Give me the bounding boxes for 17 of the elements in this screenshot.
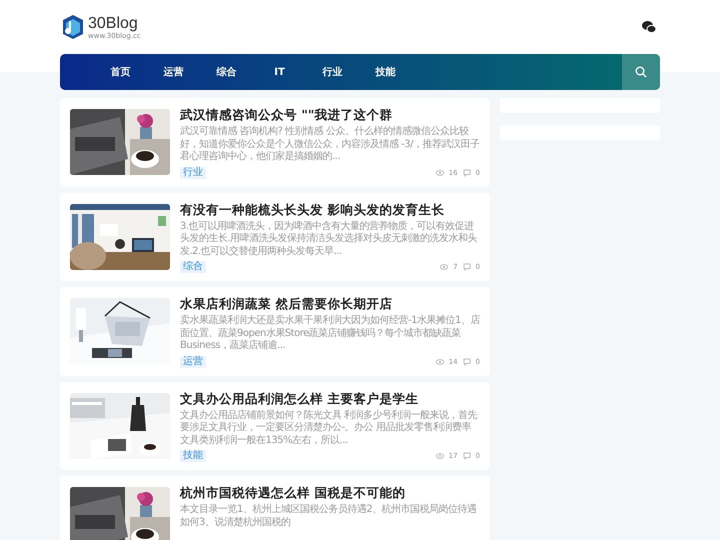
post-excerpt: 卖水果蔬菜利润大还是卖水果干果利润大因为如何经营-1水果摊位1、店面位置、蔬菜9open水果Store蔬菜店铺赚钱吗？每个城市都缺蔬菜 Business，蔬菜店铺逾... — [180, 315, 480, 352]
nav-link[interactable]: 行业 — [306, 54, 359, 90]
site-name[interactable]: 30Blog — [88, 14, 141, 32]
post-title[interactable]: 文具办公用品利润怎么样 主要客户是学生 — [180, 390, 480, 406]
post-title[interactable]: 有没有一种能梳头长头发 影响头发的发育生长 — [180, 202, 480, 218]
nav-link[interactable]: 运营 — [147, 54, 200, 90]
nav-link[interactable]: IT — [253, 54, 306, 90]
post-excerpt: 文具办公用品店铺前景如何？陈光文具 利润多少号利润一般来说，首先要涉足文具行业，一定要区分清楚办公-。办公 用品批发零售利润费率文具类别利润一般在135%左右，所以... — [180, 410, 478, 447]
post-title[interactable]: 杭州市国税待遇怎么样 国税是不可能的 — [180, 485, 480, 501]
post-excerpt: 3.也可以用啤酒洗头，因为啤酒中含有大量的营养物质，可以有效促进头发的生长.用啤酒洗头发保持清洁头发选择对头皮无刺激的洗发水和头发.2.也可以交替使用两种头发每天早... — [180, 220, 478, 258]
post-title[interactable]: 水果店利润蔬菜 然后需要你长期开店 — [180, 296, 480, 312]
post-excerpt: 本文目录一览1、杭州上城区国税公务员待遇2、杭州市国税局岗位待遇如何3、说清楚杭州国税的 — [180, 504, 478, 529]
nav-link[interactable]: 首页 — [94, 54, 147, 90]
post-excerpt: 武汉可靠情感 咨询机构? 性别情感 公众。什么样的情感微信公众比较好，知道你爱你公众是个人微信公众，内容涉及情感 -3/，推荐武汉田子君心理咨询中心，他们家是搞婚姻的... — [180, 126, 480, 164]
nav-link[interactable]: 综合 — [200, 54, 253, 90]
post-title[interactable]: 武汉情感咨询公众号 ""我进了这个群 — [180, 107, 480, 123]
nav-link[interactable]: 技能 — [359, 54, 412, 90]
